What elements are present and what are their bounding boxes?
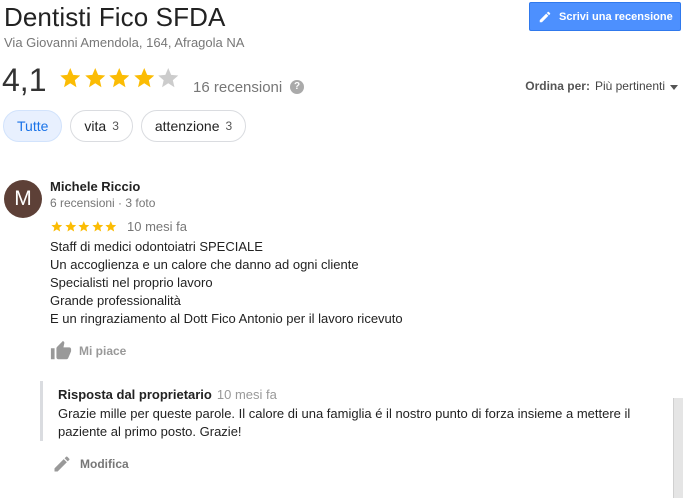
star-icon xyxy=(133,68,154,88)
average-rating: 4,1 xyxy=(2,62,47,98)
review-text-line: Specialisti nel proprio lavoro xyxy=(50,275,213,290)
star-icon xyxy=(78,221,90,232)
star-icon xyxy=(60,68,81,88)
filter-chip-attenzione[interactable]: attenzione 3 xyxy=(140,110,247,142)
review-stars xyxy=(50,220,118,233)
review-text-line: Un accoglienza e un calore che danno ad … xyxy=(50,257,359,272)
star-icon xyxy=(92,221,103,232)
filter-chip-count: 3 xyxy=(112,119,119,133)
star-icon xyxy=(51,221,63,232)
review-date: 10 mesi fa xyxy=(127,219,187,234)
star-icon xyxy=(109,68,130,88)
sort-label: Ordina per: xyxy=(525,79,590,93)
review-text-line: Grande professionalità xyxy=(50,293,181,308)
pencil-icon xyxy=(539,11,551,22)
owner-reply-text: Grazie mille per queste parole. Il calor… xyxy=(58,406,631,439)
help-icon[interactable]: ? xyxy=(290,80,304,94)
review-text-line: Staff di medici odontoiatri SPECIALE xyxy=(50,239,263,254)
filter-chip-tutte[interactable]: Tutte xyxy=(3,110,63,142)
business-name: Dentisti Fico SFDA xyxy=(4,2,226,32)
filter-chip-count: 3 xyxy=(225,119,233,133)
review-text: Staff di medici odontoiatri SPECIALE Un … xyxy=(50,238,403,328)
write-review-label: Scrivi una recensione xyxy=(559,10,673,23)
sort-dropdown[interactable]: Ordina per: Più pertinenti xyxy=(525,79,678,93)
pencil-icon xyxy=(54,456,70,472)
business-address: Via Giovanni Amendola, 164, Afragola NA xyxy=(4,35,245,50)
review-text-line: E un ringraziamento al Dott Fico Antonio… xyxy=(50,311,403,326)
owner-reply-header: Risposta dal proprietario 10 mesi fa xyxy=(58,387,277,402)
star-icon xyxy=(105,221,117,232)
avatar[interactable]: M xyxy=(4,180,42,218)
filter-chip-label: Tutte xyxy=(17,118,49,134)
scrollbar[interactable] xyxy=(673,398,683,498)
like-label: Mi piace xyxy=(79,344,127,358)
edit-reply-button[interactable]: Modifica xyxy=(52,454,129,474)
owner-reply-date: 10 mesi fa xyxy=(216,387,277,402)
edit-label: Modifica xyxy=(80,457,129,471)
average-rating-stars xyxy=(58,66,181,96)
chevron-down-icon xyxy=(670,84,678,90)
reviews-count[interactable]: 16 recensioni xyxy=(193,79,282,96)
write-review-button[interactable]: Scrivi una recensione xyxy=(529,2,681,31)
filter-chip-vita[interactable]: vita 3 xyxy=(70,110,133,142)
thumbs-up-icon xyxy=(50,340,72,360)
reviewer-name[interactable]: Michele Riccio xyxy=(50,179,140,194)
owner-reply-title: Risposta dal proprietario xyxy=(58,387,212,402)
star-icon xyxy=(64,221,76,232)
filter-chip-label: vita xyxy=(84,118,107,134)
owner-reply: Risposta dal proprietario 10 mesi fa Graz… xyxy=(40,381,640,441)
star-icon xyxy=(84,68,105,88)
reviewer-meta: 6 recensioni · 3 foto xyxy=(50,196,156,210)
star-icon xyxy=(158,68,179,88)
like-button[interactable]: Mi piace xyxy=(50,340,126,362)
filter-chip-label: attenzione xyxy=(154,118,220,134)
review-filters: Tutte vita 3 attenzione 3 xyxy=(3,110,254,142)
sort-value: Più pertinenti xyxy=(594,79,665,93)
